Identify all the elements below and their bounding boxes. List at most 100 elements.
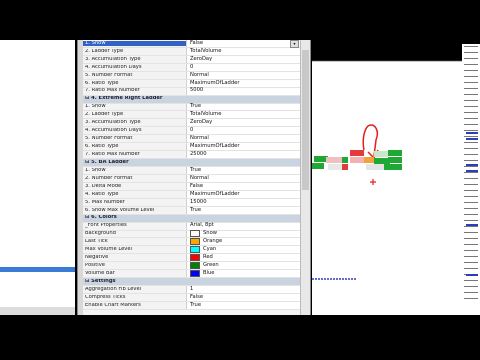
property-value[interactable]: Snow — [186, 230, 300, 238]
property-row[interactable]: 4. Accumulation Days 0 — [83, 127, 300, 136]
property-value[interactable]: 15000 — [186, 198, 300, 206]
property-row[interactable]: 2. Number Format Normal — [83, 174, 300, 183]
property-value[interactable]: ZeroDay — [186, 119, 300, 127]
property-row[interactable]: 5. Number Format Normal — [83, 135, 300, 144]
property-row[interactable]: 5. Number Format Normal — [83, 71, 300, 80]
property-value-text: 15000 — [190, 198, 207, 205]
property-value[interactable]: 0 — [186, 127, 300, 135]
property-row[interactable]: 3. Accumulation Type ZeroDay — [83, 55, 300, 64]
property-value[interactable]: Normal — [186, 135, 300, 143]
property-row[interactable]: Max Volume Level Cyan — [83, 246, 300, 255]
property-grid-scrollbar[interactable] — [300, 40, 310, 315]
property-row[interactable]: 3. Delta Mode False — [83, 182, 300, 191]
price-tick — [464, 118, 478, 119]
property-value[interactable]: Normal — [186, 71, 300, 79]
color-swatch — [190, 246, 200, 254]
property-category[interactable]: ⊟ 6. Colors — [83, 214, 300, 223]
property-row[interactable]: _Font Properties Arial, 8pt — [83, 222, 300, 231]
color-swatch — [190, 230, 200, 238]
property-row[interactable]: 6. Ratio Type MaximumOfLadder — [83, 79, 300, 88]
dropdown-arrow-icon[interactable]: ▾ — [290, 40, 299, 48]
property-value-text: False — [190, 40, 204, 46]
property-category[interactable]: ⊟ Settings — [83, 278, 300, 287]
property-category[interactable]: ⊟ 4. Extreme Right Ladder — [83, 95, 300, 104]
color-swatch — [190, 262, 200, 270]
property-row[interactable]: 6. Ratio Type MaximumOfLadder — [83, 143, 300, 152]
property-value[interactable]: True — [186, 301, 300, 309]
property-value[interactable]: MaximumOfLadder — [186, 190, 300, 198]
property-value[interactable]: Green — [186, 262, 300, 270]
property-value[interactable]: ZeroDay — [186, 55, 300, 63]
property-row[interactable]: Compress Ticks False — [83, 294, 300, 302]
color-swatch — [190, 254, 200, 262]
color-swatch — [190, 270, 200, 278]
chart-area[interactable] — [312, 59, 480, 315]
property-value[interactable]: 0 — [186, 63, 300, 71]
property-row[interactable]: 3. Accumulation Type ZeroDay — [83, 119, 300, 128]
property-row[interactable]: Volume Bar Blue — [83, 270, 300, 279]
price-tick — [464, 52, 478, 53]
price-tick — [464, 256, 478, 257]
property-value[interactable]: True — [186, 206, 300, 214]
property-row[interactable]: 4. Ratio Type MaximumOfLadder — [83, 190, 300, 199]
scrollbar-thumb[interactable] — [302, 50, 309, 190]
price-tick — [464, 64, 478, 65]
property-value[interactable]: MaximumOfLadder — [186, 79, 300, 87]
property-row[interactable]: 2. Ladder Type TotalVolume — [83, 47, 300, 56]
property-row[interactable]: 7. Ratio Max Number 25000 — [83, 151, 300, 160]
property-row[interactable]: 2. Ladder Type TotalVolume — [83, 111, 300, 120]
property-value[interactable]: 25000 — [186, 151, 300, 159]
price-tick — [464, 250, 478, 251]
property-value-text: Cyan — [203, 246, 217, 253]
property-row[interactable]: 1. Show False ▾ — [83, 40, 300, 48]
property-value-text: Orange — [203, 238, 223, 245]
price-tick — [464, 262, 478, 263]
property-row[interactable]: Positive Green — [83, 262, 300, 271]
ladder-cell — [374, 151, 388, 157]
property-value[interactable]: Normal — [186, 174, 300, 182]
price-tick — [464, 196, 478, 197]
property-value[interactable]: Cyan — [186, 246, 300, 254]
property-row[interactable]: 6. Show Max Volume Level True — [83, 206, 300, 215]
property-value[interactable]: True — [186, 103, 300, 111]
ladder-cell — [312, 163, 324, 169]
property-row[interactable]: Background Snow — [83, 230, 300, 239]
property-value[interactable]: Blue — [186, 270, 300, 278]
price-tick — [464, 202, 478, 203]
price-tick — [464, 232, 478, 233]
property-category[interactable]: ⊟ 5. BA Ladder — [83, 159, 300, 167]
property-value[interactable]: Arial, 8pt — [186, 222, 300, 230]
horizontal-scrollbar[interactable] — [0, 307, 75, 315]
property-row[interactable]: 7. Ratio Max Number 5000 — [83, 87, 300, 96]
property-value[interactable]: MaximumOfLadder — [186, 143, 300, 151]
property-name: 2. Ladder Type — [85, 48, 124, 54]
property-row[interactable]: 1. Show True — [83, 167, 300, 175]
property-value-text: Normal — [190, 71, 209, 78]
price-tick — [464, 154, 478, 155]
property-value[interactable]: 1 — [186, 286, 300, 293]
selected-tree-item[interactable] — [0, 267, 75, 272]
property-value[interactable]: False ▾ — [186, 40, 300, 48]
price-tick — [464, 208, 478, 209]
property-row[interactable]: Enable Chart Markers True — [83, 301, 300, 310]
property-row[interactable]: 5. Max Number 15000 — [83, 198, 300, 207]
property-value-text: ZeroDay — [190, 119, 213, 126]
property-row[interactable]: 4. Accumulation Days 0 — [83, 63, 300, 72]
property-name: 5. Max Number — [85, 199, 125, 205]
property-row[interactable]: Last Tick Orange — [83, 238, 300, 247]
property-row[interactable]: 1. Show True — [83, 103, 300, 112]
property-value[interactable]: 5000 — [186, 87, 300, 95]
property-row[interactable]: Negative Red — [83, 254, 300, 263]
property-value[interactable]: TotalVolume — [186, 111, 300, 119]
property-value-text: MaximumOfLadder — [190, 79, 240, 86]
property-value[interactable]: Red — [186, 254, 300, 262]
property-value[interactable]: Orange — [186, 238, 300, 246]
price-tick — [464, 124, 478, 125]
property-name: 6. Ratio Type — [85, 144, 119, 150]
property-value[interactable]: False — [186, 182, 300, 190]
property-value[interactable]: TotalVolume — [186, 47, 300, 55]
property-value[interactable]: True — [186, 167, 300, 174]
property-row[interactable]: Aggregation Fib Level 1 — [83, 286, 300, 294]
property-value[interactable]: False — [186, 294, 300, 301]
property-value-text: Snow — [203, 230, 217, 237]
